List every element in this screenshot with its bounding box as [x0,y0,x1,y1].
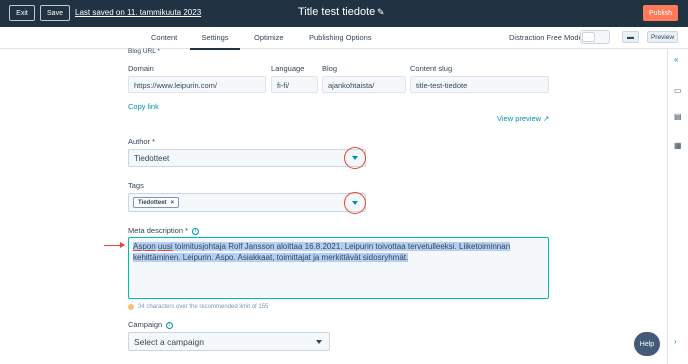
chevron-right-icon[interactable]: › [674,337,677,346]
distraction-free-label: Distraction Free Mode [509,33,583,42]
preview-button[interactable]: Preview [647,31,678,43]
tab-publishing-options[interactable]: Publishing Options [309,33,372,42]
collapse-double-chevron-icon[interactable]: « [674,55,678,64]
info-icon[interactable]: i [192,227,200,235]
annotation-arrow [104,242,125,248]
tag-chip-label: Tiedotteet [138,199,167,206]
edit-pencil-icon[interactable]: ✎ [377,7,385,18]
content-slug-input[interactable]: title-test-tiedote [410,76,549,93]
remove-tag-icon[interactable]: × [171,200,175,206]
campaign-placeholder: Select a campaign [134,337,204,347]
view-preview-label: View preview [497,114,542,123]
meta-text-word-2: uusi [157,242,173,251]
meta-warning-text: 34 characters over the recommended limit… [138,304,269,310]
campaign-label: Campaign i [128,320,174,329]
meta-length-warning: 34 characters over the recommended limit… [128,304,268,310]
tag-chip: Tiedotteet × [133,197,180,208]
campaign-select[interactable]: Select a campaign [128,332,330,351]
info-icon[interactable]: i [166,321,174,329]
exit-button[interactable]: Exit [9,5,35,21]
tags-label: Tags [128,181,144,190]
publish-button[interactable]: Publish [643,5,678,21]
comment-button[interactable]: ▬ [622,31,639,43]
author-label: Author * [128,137,156,146]
language-label: Language [271,64,305,73]
help-button[interactable]: Help [634,332,660,356]
campaign-label-text: Campaign [128,320,163,329]
annotation-circle [344,192,366,214]
toggle-knob [582,32,595,42]
copy-link[interactable]: Copy link [128,102,159,111]
warning-icon [128,304,134,310]
calendar-icon[interactable]: ▦ [674,141,682,150]
last-saved-link[interactable]: Last saved on 11. tammikuuta 2023 [75,8,201,17]
blog-url-heading: Blog URL * [128,48,160,55]
domain-field: https://www.leipurin.com/ [128,76,266,93]
campaign-dropdown-chevron-icon[interactable] [316,340,322,344]
page-title: Title test tiedote [298,6,376,18]
domain-label: Domain [128,64,154,73]
content-slug-label: Content slug [410,64,453,73]
tab-content[interactable]: Content [151,33,177,42]
tab-bar: Content Settings Optimize Publishing Opt… [0,27,688,50]
meta-description-label: Meta description * i [128,226,200,235]
tab-settings[interactable]: Settings [190,33,240,50]
meta-description-textarea[interactable]: Aspon uusi toimitusjohtaja Rolf Jansson … [128,237,549,299]
right-rail: « ▭ ▤ ▦ › [667,49,688,364]
author-value: Tiedotteet [134,154,170,163]
meta-text-body: toimitusjohtaja Rolf Jansson aloittaa 16… [133,242,511,262]
comment-icon: ▬ [627,33,634,41]
author-select[interactable]: Tiedotteet [128,149,366,167]
meta-text-word-1: Aspon [133,242,156,251]
language-field: fi-fi/ [271,76,318,93]
layout-icon[interactable]: ▤ [674,112,682,121]
blog-field: ajankohtaista/ [322,76,406,93]
blog-label: Blog [322,64,338,73]
annotation-circle [344,147,366,169]
chat-icon[interactable]: ▭ [674,86,682,95]
meta-description-label-text: Meta description * [128,226,189,235]
top-bar: Exit Save Last saved on 11. tammikuuta 2… [0,0,688,27]
distraction-free-toggle[interactable] [580,30,610,44]
view-preview-link[interactable]: View preview ↗ [497,114,549,123]
external-link-icon: ↗ [543,114,550,123]
tab-optimize[interactable]: Optimize [254,33,284,42]
save-button[interactable]: Save [40,5,70,21]
